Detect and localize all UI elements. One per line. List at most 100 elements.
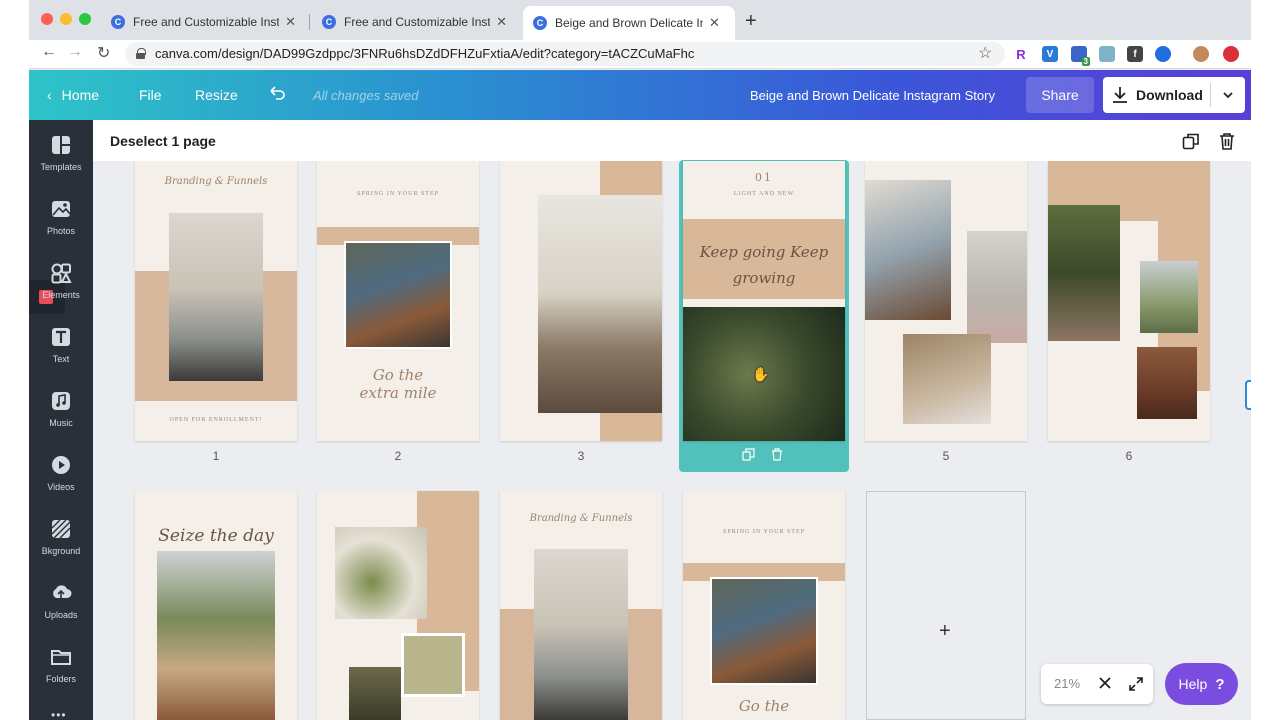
help-button[interactable]: Help ? [1165,663,1238,705]
photo-landscape [1140,261,1198,333]
bookmark-star-icon[interactable]: ☆ [978,43,992,63]
browser-tab[interactable]: C Free and Customizable Instagram Story … [312,8,517,36]
page-thumbnail-10[interactable]: SPRING IN YOUR STEP Go the [683,491,845,720]
profile-avatar[interactable] [1193,46,1209,62]
sidebar-item-music[interactable]: Music [29,390,93,428]
sidebar-item-uploads[interactable]: Uploads [29,582,93,620]
close-tab-icon[interactable]: ✕ [709,15,720,31]
deselect-pages-button[interactable]: Deselect 1 page [110,133,216,149]
page-thumbnail-2[interactable]: SPRING IN YOUR STEP Go the extra mile [317,161,479,441]
page-script-text: Seize the day [158,526,274,546]
zoom-level[interactable]: 21% [1054,676,1080,691]
more-icon[interactable]: ••• [51,708,67,720]
page-toolbar: Deselect 1 page [93,120,1251,161]
hand-cursor-icon: ✋ [752,366,770,382]
fullscreen-icon[interactable] [1128,676,1144,692]
close-grid-view-icon[interactable] [1098,676,1112,690]
page-thumbnail-7[interactable]: Seize the day [135,491,297,720]
lock-icon [136,48,146,59]
minimize-window-button[interactable] [60,13,72,25]
file-menu-button[interactable]: File [139,87,162,103]
close-tab-icon[interactable]: ✕ [285,14,296,30]
sidebar-item-label: Music [49,418,73,428]
sidebar-item-folders[interactable]: Folders [29,646,93,684]
page-thumbnail-8[interactable] [317,491,479,720]
sidebar-item-text[interactable]: Text [29,326,93,364]
canva-favicon-icon: C [533,16,547,30]
sidebar-item-label: Elements [42,290,80,300]
undo-button[interactable] [267,84,287,107]
home-button[interactable]: ‹ Home [47,87,99,103]
tab-title: Beige and Brown Delicate Instagram Story [555,16,703,30]
page-script-text: Keep going Keep growing [699,243,829,287]
add-page-button[interactable]: + [866,491,1026,720]
page-thumbnail-1[interactable]: Branding & Funnels OPEN FOR ENROLLMENT! [135,161,297,441]
home-label: Home [61,87,100,103]
extension-facebook-icon[interactable]: f [1127,46,1143,62]
sidebar-item-label: Uploads [44,610,78,620]
page-number: 2 [394,449,402,463]
forward-button[interactable]: → [67,43,83,61]
photo-room [538,195,662,413]
undo-icon [270,86,285,100]
photo-hat [157,551,275,720]
page-grid-view: Deselect 1 page Branding & Funnels OPEN … [93,120,1251,720]
sidebar-item-videos[interactable]: Videos [29,454,93,492]
page-thumbnail-3[interactable] [500,161,662,441]
share-button[interactable]: Share [1026,77,1094,113]
sidebar-item-templates[interactable]: Templates [29,134,93,172]
page-thumbnail-9[interactable]: Branding & Funnels [500,491,662,720]
sidebar-item-label: Folders [45,674,76,684]
photo-boots-inner [346,243,450,347]
address-bar[interactable]: canva.com/design/DAD99Gzdppc/3FNRu6hsDZd… [125,42,1005,66]
extension-grid-icon[interactable] [1099,46,1115,62]
help-label: Help [1178,676,1208,692]
canva-favicon-icon: C [322,15,336,29]
new-tab-button[interactable]: + [745,10,757,33]
page-number: 3 [577,449,585,463]
page-script-text: Go the [738,697,790,715]
sidebar-item-background[interactable]: Bkground [29,518,93,556]
sidebar-item-label: Bkground [41,546,81,556]
reload-button[interactable]: ↻ [97,43,110,63]
browser-toolbar: ← → ↻ canva.com/design/DAD99Gzdppc/3FNRu… [29,40,1251,69]
sidebar-item-photos[interactable]: Photos [29,198,93,236]
sidebar-item-label: Text [52,354,70,364]
page-number: 5 [942,449,950,463]
page-thumbnail-4[interactable]: 01 LIGHT AND NEW Keep going Keep growing [683,161,845,441]
photos-icon [52,201,71,217]
extension-badge-icon[interactable]: 3 [1071,46,1090,66]
document-title[interactable]: Beige and Brown Delicate Instagram Story [750,88,995,103]
zoom-control: 21% [1041,664,1153,704]
duplicate-page-icon[interactable] [1182,132,1200,150]
browser-tab[interactable]: C Free and Customizable Instagram Story … [101,8,306,36]
extension-red-icon[interactable] [1223,46,1239,62]
resize-button[interactable]: Resize [195,87,238,103]
tab-bar: C Free and Customizable Instagram Story … [29,0,1251,40]
browser-tab-active[interactable]: C Beige and Brown Delicate Instagram Sto… [523,6,735,40]
page-script-text: Branding & Funnels [164,176,268,187]
side-panel-handle[interactable] [1245,380,1251,410]
page-thumbnail-5[interactable] [865,161,1027,441]
extension-blue-icon[interactable] [1155,46,1171,62]
chevron-down-icon[interactable] [1221,88,1235,102]
page-script-text: Branding & Funnels [529,513,633,524]
url-text: canva.com/design/DAD99Gzdppc/3FNRu6hsDZd… [155,46,695,61]
download-button[interactable]: Download [1103,77,1245,113]
canva-favicon-icon: C [111,15,125,29]
page-thumbnail-6[interactable] [1048,161,1210,441]
photo-reading [865,180,951,320]
delete-page-icon[interactable] [1218,132,1236,150]
extension-v-icon[interactable]: V [1042,46,1058,62]
uploads-icon [53,585,72,598]
trash-icon[interactable] [771,448,783,461]
sidebar-item-elements[interactable]: Elements [29,262,93,300]
extension-r-icon[interactable]: R [1013,46,1029,62]
maximize-window-button[interactable] [79,13,91,25]
close-tab-icon[interactable]: ✕ [496,14,507,30]
background-icon [51,519,71,539]
duplicate-icon[interactable] [742,448,755,461]
close-window-button[interactable] [41,13,53,25]
sidebar-item-label: Photos [46,226,76,236]
back-button[interactable]: ← [41,43,57,61]
